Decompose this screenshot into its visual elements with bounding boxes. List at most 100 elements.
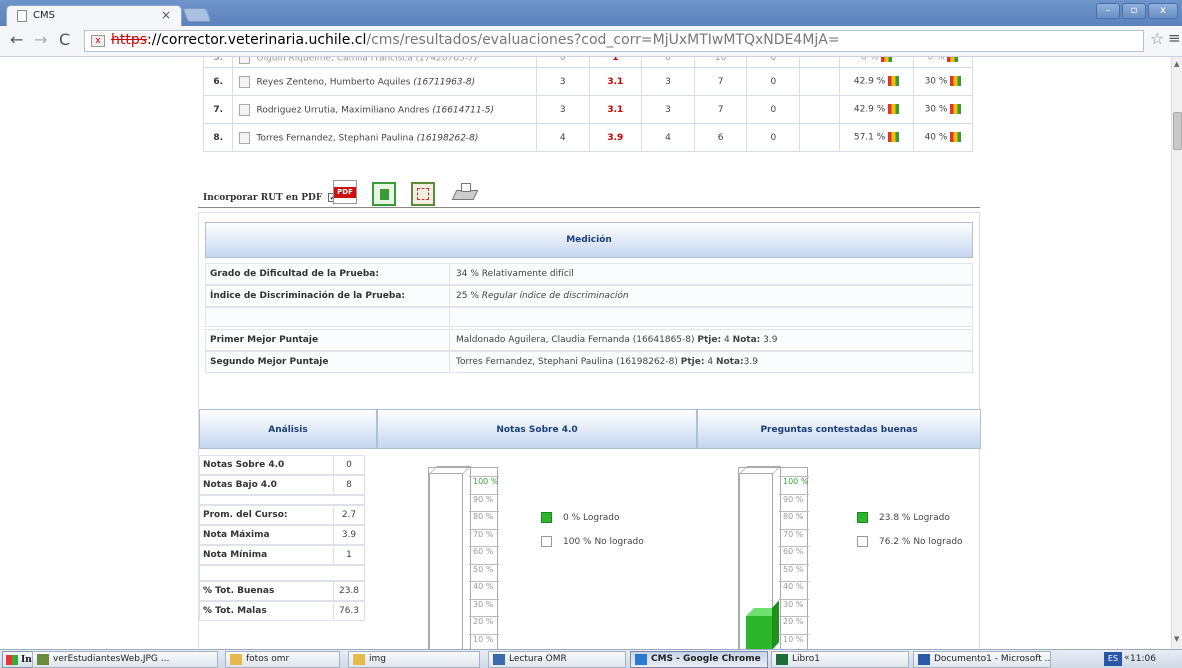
bar-chart-icon[interactable] bbox=[947, 57, 959, 63]
segundo-mejor-label: Segundo Mejor Puntaje bbox=[206, 352, 450, 372]
new-tab-button[interactable] bbox=[182, 8, 212, 22]
student-number: 6. bbox=[202, 67, 234, 96]
taskbar-item[interactable]: Lectura OMR bbox=[488, 651, 626, 668]
maximize-button[interactable]: ▫ bbox=[1122, 3, 1146, 19]
close-window-button[interactable]: x bbox=[1148, 3, 1178, 19]
broken-lock-icon: x bbox=[91, 35, 105, 47]
student-row: 6. Reyes Zenteno, Humberto Aquiles (16711… bbox=[202, 67, 974, 96]
bar-chart-icon[interactable] bbox=[881, 57, 893, 63]
reload-icon[interactable]: C bbox=[59, 30, 70, 49]
empty-cell bbox=[799, 123, 841, 152]
pdf-icon[interactable]: PDF bbox=[333, 180, 357, 204]
app-icon bbox=[918, 654, 930, 665]
percent-2: 30 % bbox=[912, 67, 974, 96]
empty-cell bbox=[799, 67, 841, 96]
forward-icon[interactable]: → bbox=[34, 30, 47, 49]
back-icon[interactable]: ← bbox=[10, 30, 23, 49]
percent-2: 40 % bbox=[912, 123, 974, 152]
analisis-spacer bbox=[199, 565, 365, 581]
incorporar-rut-label: Incorporar RUT en PDF bbox=[203, 193, 323, 203]
close-tab-icon[interactable]: × bbox=[161, 8, 171, 22]
printer-icon[interactable] bbox=[451, 182, 479, 206]
scroll-up-icon[interactable]: ▲ bbox=[1174, 60, 1179, 68]
taskbar: Inicio verEstudiantesWeb.JPG ...fotos om… bbox=[0, 649, 1182, 668]
vertical-scrollbar[interactable]: ▲ ▼ bbox=[1171, 57, 1182, 649]
student-number: 7. bbox=[202, 95, 234, 124]
analisis-label: Prom. del Curso: bbox=[200, 506, 334, 524]
primer-mejor-value: Maldonado Aguilera, Claudia Fernanda (16… bbox=[456, 335, 778, 345]
document-icon[interactable] bbox=[239, 103, 251, 116]
analisis-label: % Tot. Malas bbox=[200, 602, 334, 620]
menu-icon[interactable]: ≡ bbox=[1168, 29, 1181, 47]
app-icon bbox=[230, 654, 242, 665]
analisis-row: Nota Máxima 3.9 bbox=[199, 525, 365, 545]
analisis-value: 3.9 bbox=[341, 530, 357, 540]
logrado-swatch bbox=[541, 512, 552, 523]
excel-export-icon[interactable] bbox=[411, 182, 435, 206]
wrong-count: 7 bbox=[693, 67, 748, 96]
score-cell: 3 bbox=[641, 67, 695, 96]
analisis-label: Nota Mínima bbox=[200, 546, 334, 564]
bar-chart-icon[interactable] bbox=[950, 132, 962, 143]
empty-cell bbox=[799, 95, 841, 124]
scroll-down-icon[interactable]: ▼ bbox=[1174, 635, 1179, 643]
taskbar-item[interactable]: Documento1 - Microsoft ... bbox=[913, 651, 1051, 668]
analisis-row: Prom. del Curso: 2.7 bbox=[199, 505, 365, 525]
analisis-value: 1 bbox=[346, 550, 352, 560]
app-icon bbox=[37, 654, 49, 665]
analisis-row: Notas Sobre 4.0 0 bbox=[199, 455, 365, 475]
show-hidden-icons[interactable]: « bbox=[1124, 653, 1130, 663]
analisis-label: % Tot. Buenas bbox=[200, 582, 334, 600]
blank-count: 0 bbox=[746, 95, 801, 124]
taskbar-item[interactable]: CMS - Google Chrome bbox=[630, 651, 768, 668]
student-row: 5. Olguín Riquelme, Camila Francisca (174… bbox=[202, 57, 974, 68]
analisis-value: 76.3 bbox=[338, 606, 360, 616]
language-indicator[interactable]: ES bbox=[1104, 652, 1122, 666]
bar-chart-icon[interactable] bbox=[888, 104, 900, 115]
scroll-thumb[interactable] bbox=[1173, 112, 1182, 150]
tick-label: 90 % bbox=[469, 493, 499, 504]
taskbar-item[interactable]: fotos omr bbox=[225, 651, 340, 668]
no-logrado-swatch bbox=[857, 536, 868, 547]
student-number: 5. bbox=[202, 57, 234, 68]
wrong-count: 10 bbox=[693, 57, 748, 68]
document-icon[interactable] bbox=[239, 131, 251, 144]
student-number: 8. bbox=[202, 123, 234, 152]
segundo-mejor-value: Torres Fernandez, Stephani Paulina (1619… bbox=[456, 357, 758, 367]
bar-chart-icon[interactable] bbox=[950, 104, 962, 115]
analisis-value: 23.8 bbox=[338, 586, 360, 596]
correct-count: 4 bbox=[535, 123, 590, 152]
preguntas-fill-bar bbox=[746, 600, 780, 649]
address-bar[interactable]: x https://corrector.veterinaria.uchile.c… bbox=[84, 30, 1144, 52]
tick-label: 100 % bbox=[779, 476, 809, 486]
percent-1: 57.1 % bbox=[839, 123, 914, 152]
tick-label: 60 % bbox=[779, 546, 809, 556]
primer-mejor-row: Primer Mejor Puntaje Maldonado Aguilera,… bbox=[205, 329, 973, 351]
document-icon[interactable] bbox=[239, 75, 251, 88]
taskbar-item[interactable]: verEstudiantesWeb.JPG ... bbox=[32, 651, 218, 668]
student-grade: 3.9 bbox=[588, 123, 643, 152]
empty-cell bbox=[799, 57, 841, 68]
app-icon bbox=[353, 654, 365, 665]
bookmark-star-icon[interactable]: ☆ bbox=[1150, 29, 1164, 48]
document-icon[interactable] bbox=[239, 57, 251, 64]
bar-chart-icon[interactable] bbox=[950, 76, 962, 87]
student-grade: 3.1 bbox=[588, 67, 643, 96]
bar-chart-icon[interactable] bbox=[888, 132, 900, 143]
results-panel: Medición Grado de Dificultad de la Prueb… bbox=[198, 212, 981, 649]
minimize-button[interactable]: – bbox=[1096, 3, 1120, 19]
tick-label: 60 % bbox=[469, 546, 499, 556]
percent-1: 42.9 % bbox=[839, 95, 914, 124]
app-icon bbox=[635, 654, 647, 665]
url-scheme: https bbox=[111, 32, 148, 48]
bar-chart-icon[interactable] bbox=[888, 76, 900, 87]
dificultad-value: 34 % Relativamente difícil bbox=[456, 269, 574, 279]
taskbar-item[interactable]: Libro1 bbox=[771, 651, 909, 668]
clock: 11:06 bbox=[1130, 654, 1156, 664]
logrado-swatch bbox=[857, 512, 868, 523]
preguntas-header: Preguntas contestadas buenas bbox=[697, 409, 981, 449]
taskbar-item[interactable]: img bbox=[348, 651, 480, 668]
student-name: Olguín Riquelme, Camila Francisca (17420… bbox=[232, 57, 537, 68]
browser-tab[interactable]: CMS × bbox=[6, 5, 182, 26]
excel-icon[interactable] bbox=[372, 182, 396, 206]
